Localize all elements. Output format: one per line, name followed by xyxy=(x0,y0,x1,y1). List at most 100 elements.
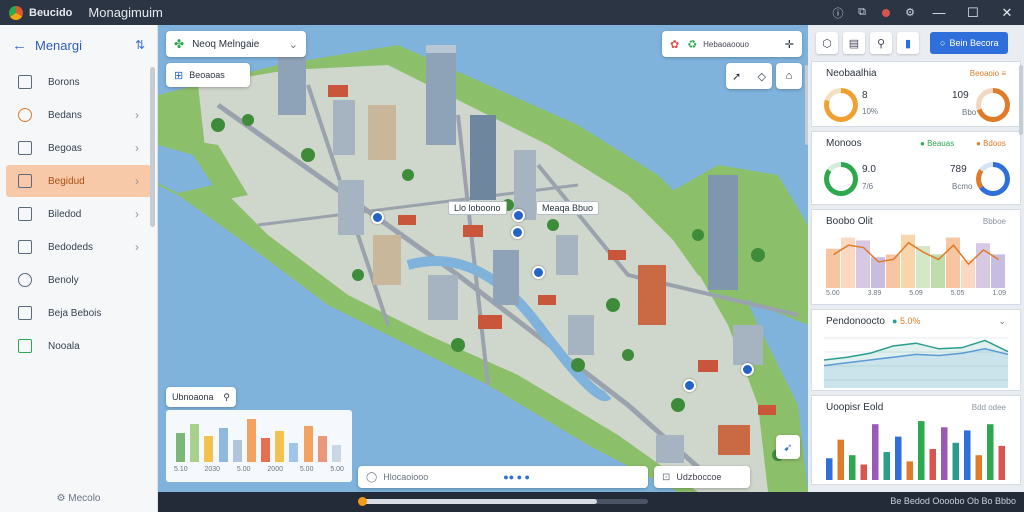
arrow-left-icon[interactable]: ← xyxy=(12,37,27,54)
panel-tag[interactable]: ● Bdoos xyxy=(976,139,1006,148)
right-panel-scrollbar[interactable] xyxy=(1019,65,1023,135)
sidebar-item-borons[interactable]: Borons xyxy=(6,66,151,98)
bar xyxy=(872,424,879,480)
sidebar-item-bedans[interactable]: Bedans › xyxy=(6,99,151,131)
flower-icon[interactable]: ✿ xyxy=(670,38,679,51)
primary-action-button[interactable]: ○ Bein Becora xyxy=(930,32,1009,54)
bar xyxy=(941,427,948,480)
sidebar-item-beja-bebois[interactable]: Beja Bebois xyxy=(6,297,151,329)
sidebar-item-biledod[interactable]: Biledod › xyxy=(6,198,151,230)
bar xyxy=(860,464,867,480)
map-marker[interactable] xyxy=(741,363,754,376)
primary-action-label: Bein Becora xyxy=(949,38,999,48)
navigate-icon[interactable]: ➚ xyxy=(732,70,741,83)
share-icon[interactable]: ⧉ xyxy=(850,0,874,25)
sidebar-item-nooala[interactable]: Nooala xyxy=(6,330,151,362)
sidebar-item-label: Borons xyxy=(48,76,80,88)
panel-tag[interactable]: ● Beauas xyxy=(920,139,954,148)
map-view[interactable]: ✤ Neoq Melngaie ⌄ ⊞ Beoaoas ✿ ♻ Hebaoaoo… xyxy=(158,25,808,492)
compass-icon: ➹ xyxy=(783,441,793,454)
map-search-bar[interactable]: ◯ Hlocaoiooo ●● ● ● xyxy=(358,466,648,488)
panel-sublabel: Bcmo xyxy=(952,182,973,191)
sidebar-item-label: Bedodeds xyxy=(48,241,94,253)
maximize-button[interactable]: ☐ xyxy=(956,0,990,25)
layers-icon[interactable]: ⬡ xyxy=(816,32,838,54)
search-chip-label: Beoaoas xyxy=(189,70,225,80)
area-chart-ticks: 5.00 3.89 5.09 5.05 1.09 xyxy=(826,290,1006,297)
sidebar-toggle-icon[interactable]: ⇅ xyxy=(135,38,145,52)
progress-ring xyxy=(976,162,1010,196)
compass-button[interactable]: ➹ xyxy=(776,435,800,459)
layer-select-label: Neoq Melngaie xyxy=(192,38,260,50)
chevron-right-icon: › xyxy=(135,174,139,188)
sidebar-scrollbar[interactable] xyxy=(150,67,155,227)
line-chart-panel: Pendonoocto ● 5.0% ⌄ xyxy=(811,309,1021,391)
timeline-track[interactable] xyxy=(362,499,648,504)
panel-title: Neobaalhia xyxy=(826,68,877,79)
map-marker[interactable] xyxy=(512,209,525,222)
panel-subtitle[interactable]: Bbboe xyxy=(983,217,1006,226)
legend-bar xyxy=(232,440,242,462)
panel-subtitle[interactable]: Bdd odee xyxy=(972,403,1006,412)
line-chart xyxy=(824,337,1008,388)
sidebar-item-label: Biledod xyxy=(48,208,82,220)
panel-title: Pendonoocto xyxy=(826,316,885,327)
bar xyxy=(998,445,1005,480)
map-marker[interactable] xyxy=(683,379,696,392)
locate-icon[interactable]: ◇ xyxy=(758,70,766,83)
legend-bar xyxy=(317,435,327,462)
recycle-icon[interactable]: ♻ xyxy=(687,38,697,51)
map-callout[interactable]: Meaqa Bbuo xyxy=(536,201,600,215)
document-icon[interactable]: ▤ xyxy=(843,32,865,54)
map-toolbar-label: Hebaoaoouo xyxy=(703,39,749,49)
sidebar-item-begoas[interactable]: Begoas › xyxy=(6,132,151,164)
home-icon xyxy=(18,339,32,353)
blue-marker-icon[interactable]: ▮ xyxy=(897,32,919,54)
map-marker[interactable] xyxy=(532,266,545,279)
leaf-icon: ✤ xyxy=(174,37,185,51)
layer-select[interactable]: ✤ Neoq Melngaie ⌄ xyxy=(166,31,306,57)
panel-subtitle[interactable]: Beoaoio ≡ xyxy=(970,69,1006,78)
sidebar-item-label: Benoly xyxy=(48,274,79,286)
timeline-handle[interactable] xyxy=(358,497,367,506)
search-icon[interactable]: ⚲ xyxy=(870,32,892,54)
expand-icon[interactable]: ✛ xyxy=(785,38,794,51)
map-marker[interactable] xyxy=(511,226,524,239)
map-callout[interactable]: Llo loboono xyxy=(448,201,507,215)
info-icon[interactable]: ⓘ xyxy=(826,0,850,25)
chevron-down-icon: ⌄ xyxy=(288,38,298,51)
sidebar-item-benoly[interactable]: Benoly xyxy=(6,264,151,296)
monitor-icon xyxy=(18,141,32,155)
panel-value: 9.0 xyxy=(862,164,876,175)
pagination-dots[interactable]: ●● ● ● xyxy=(503,472,530,482)
legend-header[interactable]: Ubnoaona ⚲ xyxy=(166,387,236,407)
bar xyxy=(849,455,856,480)
minimize-button[interactable]: — xyxy=(922,0,956,25)
panel-value: 8 xyxy=(862,90,868,101)
sidebar-menu: Borons Bedans › Begoas › Begidud › Biled… xyxy=(0,66,157,362)
chevron-down-icon[interactable]: ⌄ xyxy=(998,316,1006,327)
sidebar-item-begidud[interactable]: Begidud › xyxy=(6,165,151,197)
map-marker[interactable] xyxy=(371,211,384,224)
home-view-button[interactable]: ⌂ xyxy=(776,63,802,89)
map-filter-bar[interactable]: ⊡ Udzboccoe xyxy=(654,466,750,488)
panel-metric: ● 5.0% xyxy=(892,316,921,326)
search-chip[interactable]: ⊞ Beoaoas xyxy=(166,63,250,87)
legend-bar xyxy=(289,442,299,462)
bar xyxy=(952,442,959,480)
sidebar-item-bedodeds[interactable]: Bedodeds › xyxy=(6,231,151,263)
sidebar-item-label: Begoas xyxy=(48,142,82,154)
legend-label: 5.00 xyxy=(236,466,251,473)
legend-bar xyxy=(303,426,313,462)
map-pin-icon: ⊞ xyxy=(174,69,184,82)
panel-metric-value: 5.0% xyxy=(899,316,921,326)
close-button[interactable]: ✕ xyxy=(990,0,1024,25)
legend-label: 5.10 xyxy=(174,466,188,473)
notification-icon[interactable] xyxy=(874,0,898,25)
bar xyxy=(964,430,971,480)
settings-icon[interactable]: ⚙ xyxy=(898,0,922,25)
sidebar-footer-label: Mecolo xyxy=(68,493,101,504)
legend-bar xyxy=(331,445,341,462)
panel-tag-label: Bdoos xyxy=(983,139,1006,148)
sidebar-footer[interactable]: ⚙ Mecolo xyxy=(0,493,157,504)
